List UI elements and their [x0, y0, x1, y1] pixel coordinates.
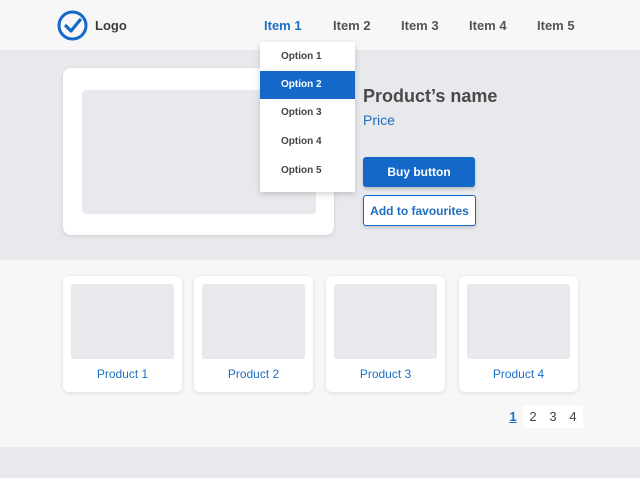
dropdown-option-2[interactable]: Option 2	[260, 71, 355, 99]
dropdown-option-5[interactable]: Option 5	[260, 157, 355, 185]
nav-dropdown-menu: Option 1 Option 2 Option 3 Option 4 Opti…	[260, 42, 355, 192]
product-card-label: Product 2	[227, 367, 280, 381]
dropdown-option-1[interactable]: Option 1	[260, 43, 355, 71]
page: Logo Item 1 Item 2 Item 3 Item 4 Item 5 …	[0, 0, 640, 478]
page-3-link[interactable]: 3	[543, 406, 563, 428]
product-thumbnail	[334, 284, 437, 359]
product-thumbnail	[202, 284, 305, 359]
product-card-2[interactable]: Product 2	[194, 276, 313, 392]
nav-item-3[interactable]: Item 3	[401, 18, 439, 33]
product-price: Price	[363, 112, 395, 128]
product-card-1[interactable]: Product 1	[63, 276, 182, 392]
dropdown-option-4[interactable]: Option 4	[260, 128, 355, 156]
product-card-3[interactable]: Product 3	[326, 276, 445, 392]
product-thumbnail	[71, 284, 174, 359]
product-name: Product’s name	[363, 86, 498, 106]
pagination: 1 2 3 4	[503, 406, 583, 428]
nav-menu: Item 1 Item 2 Item 3 Item 4 Item 5	[0, 18, 640, 34]
product-card-label: Product 3	[359, 367, 412, 381]
nav-item-5[interactable]: Item 5	[537, 18, 575, 33]
page-4-link[interactable]: 4	[563, 406, 583, 428]
products-section: Product 1 Product 2 Product 3 Product 4 …	[0, 260, 640, 447]
product-card-4[interactable]: Product 4	[459, 276, 578, 392]
buy-button[interactable]: Buy button	[363, 157, 475, 187]
product-thumbnail	[467, 284, 570, 359]
add-to-favourites-button[interactable]: Add to favourites	[363, 195, 476, 226]
nav-item-2[interactable]: Item 2	[333, 18, 371, 33]
nav-item-1[interactable]: Item 1	[264, 18, 302, 33]
nav-item-4[interactable]: Item 4	[469, 18, 507, 33]
page-2-link[interactable]: 2	[523, 406, 543, 428]
page-1-link[interactable]: 1	[503, 406, 523, 428]
dropdown-option-3[interactable]: Option 3	[260, 99, 355, 127]
product-card-label: Product 1	[96, 367, 149, 381]
product-card-label: Product 4	[492, 367, 545, 381]
